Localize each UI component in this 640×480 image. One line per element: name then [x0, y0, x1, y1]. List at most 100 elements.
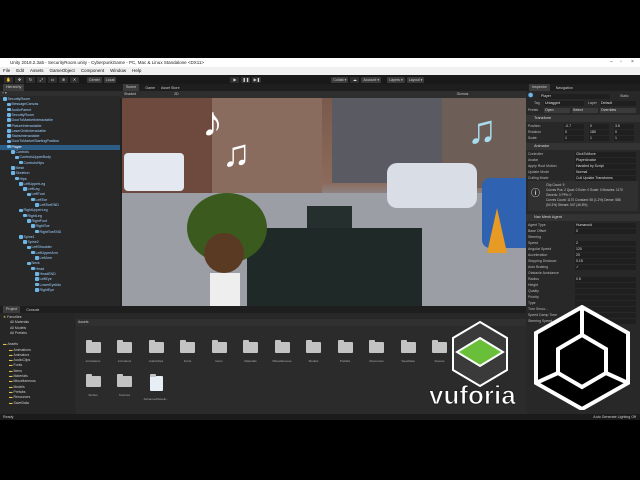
minimize-button[interactable]: –	[610, 58, 613, 67]
asset-folder[interactable]: SaveData	[395, 340, 421, 363]
scene-viewport[interactable]: ♪ ♫ ♫	[122, 98, 526, 308]
field-y[interactable]: 180	[589, 129, 609, 135]
pause-button[interactable]: ❚❚	[241, 76, 251, 83]
field-x[interactable]: 1	[564, 135, 584, 141]
field-y[interactable]: 1	[589, 135, 609, 141]
tab-asset-store[interactable]: Asset Store	[161, 86, 180, 90]
tab-project[interactable]: Project	[3, 306, 21, 313]
field-value[interactable]	[575, 294, 636, 300]
tag-dropdown[interactable]: Untagged	[544, 100, 584, 106]
tree-folder[interactable]: ▬Models	[9, 385, 25, 389]
layers-dropdown[interactable]: Layers ▾	[387, 76, 405, 83]
field-y[interactable]: 0	[589, 123, 609, 129]
menu-window[interactable]: Window	[110, 67, 126, 75]
step-button[interactable]: ▶❚	[252, 76, 262, 83]
asset-folder[interactable]: AudioClips	[143, 340, 169, 363]
prefab-select-button[interactable]: Select	[572, 107, 598, 113]
object-name-field[interactable]: Player	[540, 93, 610, 99]
move-tool-icon[interactable]: ✥	[15, 76, 24, 83]
prefab-overrides-dropdown[interactable]: Overrides	[600, 107, 636, 113]
asset-item[interactable]: Textures	[112, 374, 138, 397]
field-z[interactable]: 1	[614, 135, 634, 141]
component-header-animator[interactable]: Animator	[526, 143, 640, 150]
asset-folder[interactable]: Animations	[80, 340, 106, 363]
field-value[interactable]: 0	[575, 228, 636, 234]
favorite-search-item[interactable]: All Models	[10, 326, 26, 330]
gizmos-dropdown[interactable]: Gizmos	[457, 91, 469, 98]
menu-help[interactable]: Help	[132, 67, 141, 75]
custom-tool-icon[interactable]: ✕	[70, 76, 79, 83]
field-value[interactable]: Cull Update Transforms	[575, 175, 636, 181]
2d-toggle[interactable]: 2D	[174, 91, 178, 98]
tree-folder[interactable]: ▬Animations	[9, 348, 31, 352]
field-value[interactable]: 0.5	[575, 276, 636, 282]
tree-folder[interactable]: ▬Fonts	[9, 363, 22, 367]
asset-folder[interactable]: Resources	[364, 340, 390, 363]
assets-folder[interactable]: ▬Assets	[3, 342, 18, 346]
tab-scene[interactable]: Scene	[123, 84, 140, 91]
tree-folder[interactable]: ▬Prefabs	[9, 390, 26, 394]
pivot-center-button[interactable]: Center	[87, 76, 102, 83]
hand-tool-icon[interactable]: ✋	[4, 76, 13, 83]
tree-folder[interactable]: ▬Resources	[9, 395, 30, 399]
field-value[interactable]: 2	[575, 240, 636, 246]
tree-folder[interactable]: ▬AudioClips	[9, 358, 30, 362]
hierarchy-create-button[interactable]: + ▾	[0, 91, 120, 96]
field-z[interactable]: 0	[614, 129, 634, 135]
asset-item[interactable]: AdvancedSaveE...	[143, 374, 169, 401]
menu-gameobject[interactable]: GameObject	[50, 67, 75, 75]
field-z[interactable]: 3.5	[614, 123, 634, 129]
field-value[interactable]: 20	[575, 252, 636, 258]
scale-tool-icon[interactable]: ⤢	[37, 76, 46, 83]
pivot-local-button[interactable]: Local	[103, 76, 117, 83]
tab-navigation[interactable]: Navigation	[556, 86, 573, 90]
close-button[interactable]: ×	[631, 58, 634, 67]
cloud-icon[interactable]: ☁	[350, 76, 360, 83]
tree-folder[interactable]: ▬SaveData	[9, 401, 29, 405]
rect-tool-icon[interactable]: ▭	[48, 76, 57, 83]
field-value[interactable]	[575, 282, 636, 288]
shading-dropdown[interactable]: Shaded	[124, 91, 136, 98]
component-header-transform[interactable]: Transform	[526, 115, 640, 122]
asset-folder[interactable]: Miscellaneous	[269, 340, 295, 363]
tree-folder[interactable]: ▬Items	[9, 369, 22, 373]
field-value[interactable]: ✓	[575, 264, 636, 270]
rotate-tool-icon[interactable]: ↻	[26, 76, 35, 83]
field-value[interactable]: 120	[575, 246, 636, 252]
menu-edit[interactable]: Edit	[16, 67, 24, 75]
prefab-open-button[interactable]: Open	[544, 107, 570, 113]
asset-folder[interactable]: Fonts	[175, 340, 201, 363]
tree-folder[interactable]: ▬Miscellaneous	[9, 379, 36, 383]
tree-folder[interactable]: ▬Materials	[9, 374, 28, 378]
layout-dropdown[interactable]: Layout ▾	[406, 76, 425, 83]
component-header-navmesh[interactable]: Nav Mesh Agent	[526, 214, 640, 221]
static-checkbox[interactable]: Static	[620, 93, 629, 99]
play-button[interactable]: ▶	[230, 76, 240, 83]
asset-folder[interactable]: Models	[301, 340, 327, 363]
asset-folder[interactable]: Materials	[238, 340, 264, 363]
account-dropdown[interactable]: Account ▾	[361, 76, 382, 83]
field-value[interactable]: Humanoid	[575, 222, 636, 228]
tab-console[interactable]: Console	[26, 308, 39, 312]
collab-button[interactable]: Collab ▾	[331, 76, 349, 83]
favorite-search-item[interactable]: All Materials	[10, 320, 29, 324]
layer-dropdown[interactable]: Default	[600, 100, 636, 106]
menu-component[interactable]: Component	[81, 67, 104, 75]
asset-folder[interactable]: Animators	[112, 340, 138, 363]
menu-file[interactable]: File	[3, 67, 10, 75]
asset-folder[interactable]: Items	[206, 340, 232, 363]
tab-game[interactable]: Game	[145, 86, 155, 90]
field-value[interactable]: PlayerAvatar	[575, 157, 636, 163]
asset-folder[interactable]: Prefabs	[332, 340, 358, 363]
maximize-button[interactable]: ▫	[620, 58, 622, 67]
field-x[interactable]: -0.7	[564, 123, 584, 129]
tree-folder[interactable]: ▬Animators	[9, 353, 29, 357]
hierarchy-item[interactable]: RightEye	[0, 288, 120, 293]
transform-tool-icon[interactable]: ⊕	[59, 76, 68, 83]
favorite-search-item[interactable]: All Prefabs	[10, 331, 27, 335]
field-value[interactable]: Handled by Script	[575, 163, 636, 169]
field-value[interactable]: Normal	[575, 169, 636, 175]
favorites-folder[interactable]: ★Favorites	[3, 315, 22, 319]
field-value[interactable]: ClickToMove	[575, 151, 636, 157]
field-value[interactable]: 0.15	[575, 258, 636, 264]
